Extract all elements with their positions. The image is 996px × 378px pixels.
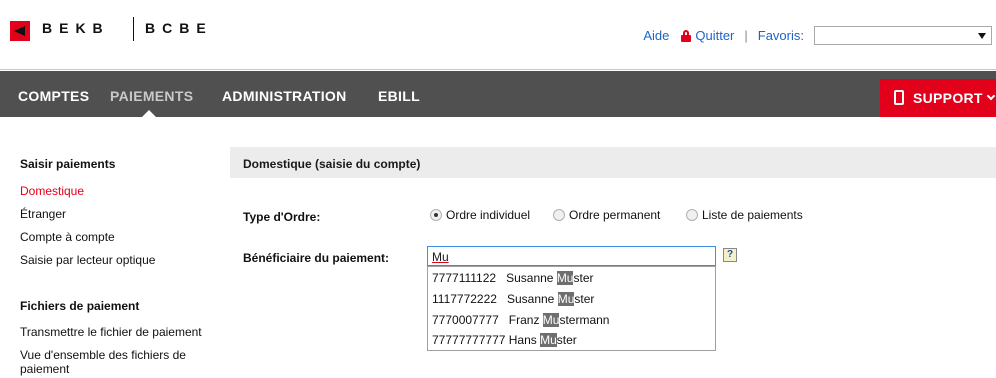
sidebar-heading-fichiers: Fichiers de paiement <box>20 299 140 313</box>
support-label: SUPPORT <box>913 90 983 106</box>
logo-separator <box>133 17 134 41</box>
radio-button-checked[interactable] <box>430 209 442 221</box>
section-header: Domestique (saisie du compte) <box>230 147 996 178</box>
sidebar-heading-saisir: Saisir paiements <box>20 157 116 171</box>
beneficiary-input-value: Mu <box>432 250 449 264</box>
active-nav-caret <box>142 110 156 117</box>
bekb-logo-icon[interactable] <box>10 21 30 41</box>
sidebar-item-transmettre[interactable]: Transmettre le fichier de paiement <box>20 325 202 339</box>
help-link[interactable]: Aide <box>643 28 669 43</box>
beneficiary-input[interactable]: Mu <box>427 246 716 266</box>
sidebar-item-vue-ensemble-cont[interactable]: paiement <box>20 362 69 376</box>
beneficiary-label: Bénéficiaire du paiement: <box>243 251 390 265</box>
list-item[interactable]: 77777777777 Hans Muster <box>432 333 577 347</box>
radio-ordre-permanent[interactable]: Ordre permanent <box>553 208 660 222</box>
sidebar: Saisir paiements Domestique Étranger Com… <box>0 117 225 378</box>
brand-name-fr: BCBE <box>145 20 213 36</box>
autocomplete-list: 7777111122 Susanne Muster 1117772222 Sus… <box>427 266 716 351</box>
favorites-select[interactable] <box>814 25 992 45</box>
radio-ordre-individuel[interactable]: Ordre individuel <box>430 208 530 222</box>
nav-item-paiements[interactable]: PAIEMENTS <box>110 88 193 104</box>
sidebar-item-lecteur-optique[interactable]: Saisie par lecteur optique <box>20 253 155 267</box>
chevron-down-icon <box>978 32 986 39</box>
order-type-label: Type d'Ordre: <box>243 210 321 224</box>
lock-icon <box>681 29 692 42</box>
radio-label: Liste de paiements <box>702 208 803 222</box>
sidebar-item-compte-a-compte[interactable]: Compte à compte <box>20 230 115 244</box>
radio-label: Ordre individuel <box>446 208 531 222</box>
nav-item-comptes[interactable]: COMPTES <box>18 88 89 104</box>
sidebar-item-vue-ensemble[interactable]: Vue d'ensemble des fichiers de <box>20 348 186 362</box>
radio-label: Ordre permanent <box>569 208 661 222</box>
radio-button[interactable] <box>686 209 698 221</box>
section-title: Domestique (saisie du compte) <box>243 157 421 171</box>
phone-icon <box>894 90 904 105</box>
list-item[interactable]: 7777111122 Susanne Muster <box>432 271 594 285</box>
favorites-label: Favoris: <box>757 27 804 43</box>
nav-item-administration[interactable]: ADMINISTRATION <box>222 88 347 104</box>
support-button[interactable]: SUPPORT <box>880 79 996 117</box>
sidebar-item-domestique[interactable]: Domestique <box>20 184 84 198</box>
top-links: Aide Quitter | Favoris: <box>643 25 996 45</box>
brand-name-de: BEKB <box>42 20 110 36</box>
list-item[interactable]: 1117772222 Susanne Muster <box>432 292 594 306</box>
list-item[interactable]: 7770007777 Franz Mustermann <box>432 313 609 327</box>
radio-button[interactable] <box>553 209 565 221</box>
sidebar-item-etranger[interactable]: Étranger <box>20 207 66 221</box>
chevron-down-icon <box>986 91 996 101</box>
nav-item-ebill[interactable]: EBILL <box>378 88 420 104</box>
logout-link[interactable]: Quitter <box>695 28 734 43</box>
link-divider: | <box>744 27 748 43</box>
header: BEKB BCBE Aide Quitter | Favoris: <box>0 7 996 70</box>
radio-liste-paiements[interactable]: Liste de paiements <box>686 208 803 222</box>
top-gap <box>0 0 996 7</box>
help-icon[interactable]: ? <box>723 248 737 262</box>
